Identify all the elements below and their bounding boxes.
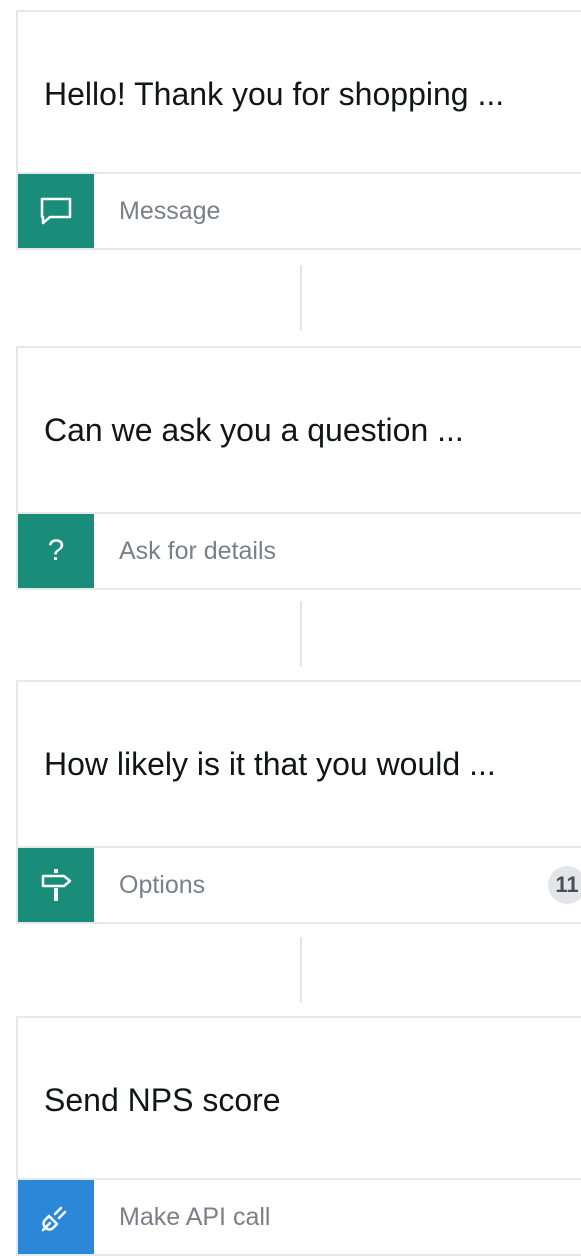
speech-bubble-icon bbox=[18, 174, 94, 248]
step-type-label: Make API call bbox=[119, 1202, 271, 1231]
options-count-badge: 11 bbox=[548, 866, 581, 904]
flow-connector bbox=[300, 265, 302, 331]
step-title: Hello! Thank you for shopping ... bbox=[44, 75, 505, 112]
step-type-row: ? Ask for details bbox=[18, 512, 581, 588]
step-title: How likely is it that you would ... bbox=[44, 745, 496, 782]
step-type-row: Message bbox=[18, 172, 581, 248]
step-card-api-call[interactable]: Send NPS score Make API call bbox=[16, 1016, 581, 1256]
step-type-label: Message bbox=[119, 196, 221, 225]
step-card-message[interactable]: Hello! Thank you for shopping ... Messag… bbox=[16, 10, 581, 250]
plug-icon bbox=[18, 1180, 94, 1254]
flow-connector bbox=[300, 937, 302, 1003]
step-card-options[interactable]: How likely is it that you would ... Opti… bbox=[16, 680, 581, 924]
step-card-ask-for-details[interactable]: Can we ask you a question ... ? Ask for … bbox=[16, 346, 581, 590]
step-type-row: Make API call bbox=[18, 1178, 581, 1254]
flow-connector bbox=[300, 601, 302, 667]
step-type-row: Options 11 bbox=[18, 846, 581, 922]
step-title: Send NPS score bbox=[44, 1081, 281, 1118]
step-title: Can we ask you a question ... bbox=[44, 411, 464, 448]
step-type-label: Options bbox=[119, 870, 206, 899]
question-mark-icon: ? bbox=[18, 514, 94, 588]
step-type-label: Ask for details bbox=[119, 536, 277, 565]
signpost-icon bbox=[18, 848, 94, 922]
